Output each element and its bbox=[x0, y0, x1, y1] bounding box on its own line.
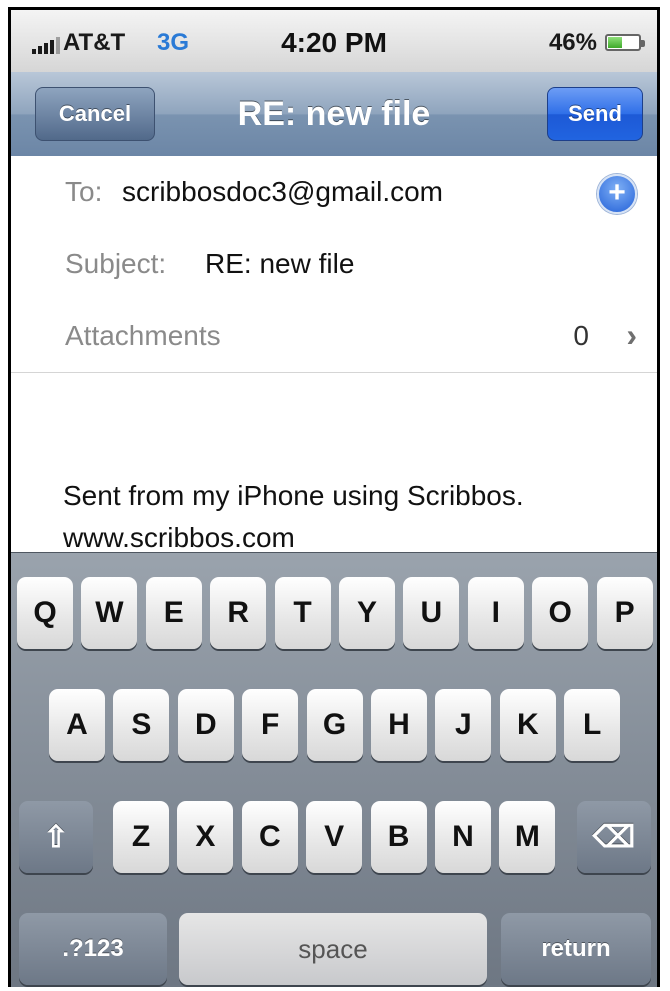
numbers-key[interactable]: .?123 bbox=[19, 913, 167, 985]
key-r[interactable]: R bbox=[210, 577, 267, 649]
key-u[interactable]: U bbox=[403, 577, 460, 649]
subject-label: Subject: bbox=[65, 248, 167, 279]
attachments-row[interactable]: Attachments 0 › bbox=[11, 300, 657, 373]
shift-icon[interactable]: ⇧ bbox=[19, 801, 93, 873]
key-w[interactable]: W bbox=[81, 577, 138, 649]
message-body[interactable]: Sent from my iPhone using Scribbos. www.… bbox=[11, 372, 657, 553]
to-recipient[interactable]: scribbosdoc3@gmail.com bbox=[122, 176, 443, 208]
return-key[interactable]: return bbox=[501, 913, 651, 985]
subject-value[interactable]: RE: new file bbox=[205, 248, 354, 280]
key-s[interactable]: S bbox=[113, 689, 170, 761]
send-button[interactable]: Send bbox=[547, 87, 643, 141]
keyboard: Q W E R T Y U I O P A S D F G H J K L Z X C V B N M ⇧ ⌫ .?123 space re… bbox=[11, 552, 657, 987]
key-i[interactable]: I bbox=[467, 577, 524, 649]
key-m[interactable]: M bbox=[499, 801, 556, 873]
key-n[interactable]: N bbox=[435, 801, 491, 873]
key-a[interactable]: A bbox=[49, 689, 105, 761]
key-x[interactable]: X bbox=[177, 801, 234, 873]
key-l[interactable]: L bbox=[564, 689, 621, 761]
navigation-bar: Cancel RE: new file Send bbox=[11, 72, 657, 157]
key-p[interactable]: P bbox=[596, 577, 653, 649]
key-q[interactable]: Q bbox=[17, 577, 73, 649]
key-b[interactable]: B bbox=[370, 801, 427, 873]
key-e[interactable]: E bbox=[145, 577, 202, 649]
to-label: To: bbox=[65, 176, 103, 207]
battery-icon bbox=[605, 34, 645, 51]
key-h[interactable]: H bbox=[371, 689, 427, 761]
key-f[interactable]: F bbox=[242, 689, 299, 761]
subject-field[interactable]: Subject: RE: new file bbox=[11, 228, 657, 301]
key-z[interactable]: Z bbox=[113, 801, 169, 873]
key-c[interactable]: C bbox=[241, 801, 298, 873]
key-k[interactable]: K bbox=[499, 689, 556, 761]
key-t[interactable]: T bbox=[274, 577, 331, 649]
signature-line: Sent from my iPhone using Scribbos. bbox=[63, 480, 524, 511]
key-g[interactable]: G bbox=[306, 689, 363, 761]
attachments-count: 0 bbox=[573, 320, 589, 351]
chevron-right-icon: › bbox=[626, 317, 637, 353]
key-o[interactable]: O bbox=[532, 577, 589, 649]
key-v[interactable]: V bbox=[306, 801, 363, 873]
to-field[interactable]: To: scribbosdoc3@gmail.com + bbox=[11, 156, 657, 229]
signature-link: www.scribbos.com bbox=[63, 522, 295, 553]
add-contact-icon[interactable]: + bbox=[597, 174, 637, 214]
key-y[interactable]: Y bbox=[339, 577, 395, 649]
key-j[interactable]: J bbox=[435, 689, 492, 761]
key-d[interactable]: D bbox=[177, 689, 234, 761]
battery-percent: 46% bbox=[548, 29, 597, 56]
status-bar: AT&T 3G 4:20 PM 46% bbox=[11, 10, 657, 73]
attachments-label: Attachments bbox=[65, 320, 221, 351]
phone-screen: AT&T 3G 4:20 PM 46% Cancel RE: new file … bbox=[8, 7, 660, 987]
delete-icon[interactable]: ⌫ bbox=[577, 801, 651, 873]
space-bar[interactable]: space bbox=[179, 913, 487, 985]
